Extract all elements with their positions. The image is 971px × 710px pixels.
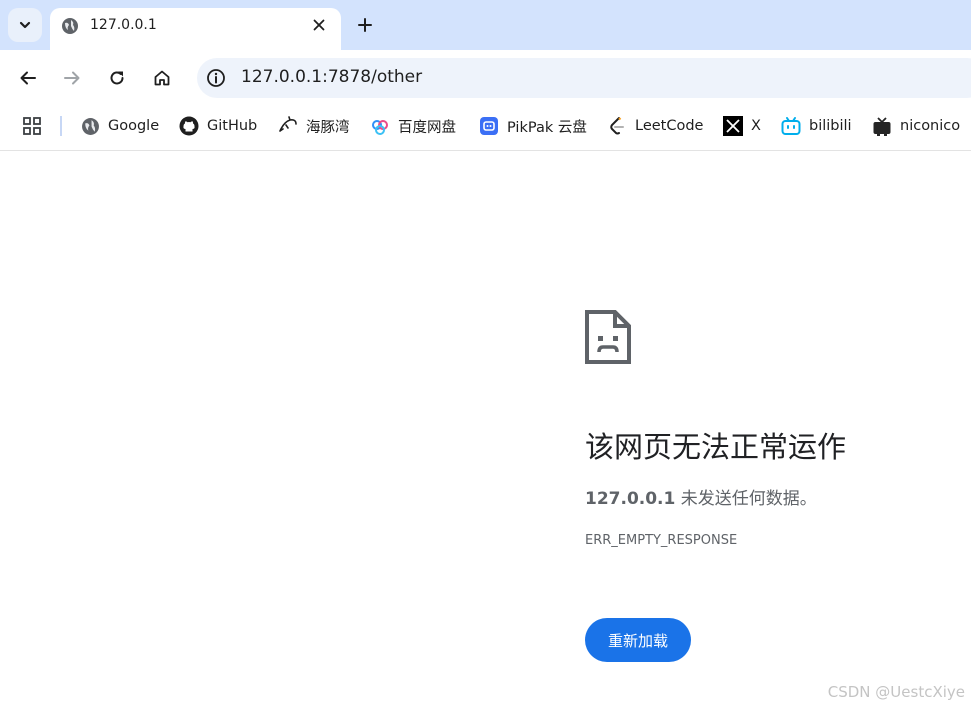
tab-active[interactable]: 127.0.0.1: [50, 8, 341, 50]
reload-page-button[interactable]: 重新加载: [585, 618, 691, 662]
leetcode-icon: [607, 116, 627, 136]
bookmark-label: bilibili: [809, 118, 852, 134]
plus-icon: [358, 18, 372, 32]
bookmarks-bar: Google GitHub 海豚湾 百度网盘 PikPak 云盘 LeetCod…: [0, 106, 971, 151]
arrow-left-icon: [20, 71, 36, 85]
chevron-down-icon: [19, 21, 31, 29]
bookmark-label: LeetCode: [635, 118, 704, 134]
sad-page-icon: [585, 310, 631, 364]
globe-icon: [80, 116, 100, 136]
address-bar[interactable]: 127.0.0.1:7878/other: [197, 58, 971, 98]
reload-icon: [110, 71, 124, 85]
home-button[interactable]: [146, 62, 178, 94]
close-tab-button[interactable]: [309, 15, 329, 35]
tab-title: 127.0.0.1: [90, 17, 157, 33]
tab-search-button[interactable]: [8, 8, 42, 42]
bookmark-haitunwan[interactable]: 海豚湾: [278, 114, 350, 138]
globe-icon: [62, 18, 78, 34]
bookmark-google[interactable]: Google: [80, 114, 159, 138]
apps-grid-icon[interactable]: [22, 116, 42, 136]
bilibili-icon: [781, 116, 801, 136]
dolphin-icon: [278, 116, 298, 136]
back-button[interactable]: [12, 62, 44, 94]
error-message: 未发送任何数据。: [680, 489, 817, 509]
bookmark-leetcode[interactable]: LeetCode: [607, 114, 703, 138]
error-title: 该网页无法正常运作: [585, 430, 847, 464]
new-tab-button[interactable]: [353, 13, 377, 37]
close-icon: [313, 19, 325, 31]
toolbar: 127.0.0.1:7878/other: [0, 50, 971, 106]
bookmark-label: 海豚湾: [306, 119, 350, 136]
niconico-icon: [872, 116, 892, 136]
url-text[interactable]: 127.0.0.1:7878/other: [241, 67, 422, 87]
forward-button[interactable]: [56, 62, 88, 94]
x-icon: [723, 116, 743, 136]
bookmark-label: PikPak 云盘: [507, 119, 587, 136]
bookmark-label: GitHub: [207, 118, 258, 134]
reload-button[interactable]: [101, 62, 133, 94]
home-icon: [154, 70, 170, 86]
github-icon: [179, 116, 199, 136]
bookmark-x[interactable]: X: [723, 114, 761, 138]
watermark: CSDN @UestcXiye: [827, 683, 965, 701]
arrow-right-icon: [64, 71, 80, 85]
error-host: 127.0.0.1: [585, 489, 676, 509]
tab-strip: 127.0.0.1: [0, 0, 971, 50]
bookmark-bilibili[interactable]: bilibili: [781, 114, 852, 138]
bookmark-label: 百度网盘: [398, 119, 456, 136]
bookmark-label: X: [751, 118, 761, 134]
bookmark-niconico[interactable]: niconico: [872, 114, 960, 138]
info-icon[interactable]: [206, 68, 226, 88]
bookmarks-separator: [60, 116, 62, 136]
bookmark-label: Google: [108, 118, 160, 134]
pikpak-icon: [479, 116, 499, 136]
bookmark-label: niconico: [900, 118, 961, 134]
error-code: ERR_EMPTY_RESPONSE: [585, 533, 738, 548]
error-description: 127.0.0.1 未发送任何数据。: [585, 484, 817, 509]
bookmark-baidu-netdisk[interactable]: 百度网盘: [370, 114, 456, 138]
bookmark-pikpak[interactable]: PikPak 云盘: [479, 114, 587, 138]
bookmark-github[interactable]: GitHub: [179, 114, 257, 138]
baidu-netdisk-icon: [370, 116, 390, 136]
